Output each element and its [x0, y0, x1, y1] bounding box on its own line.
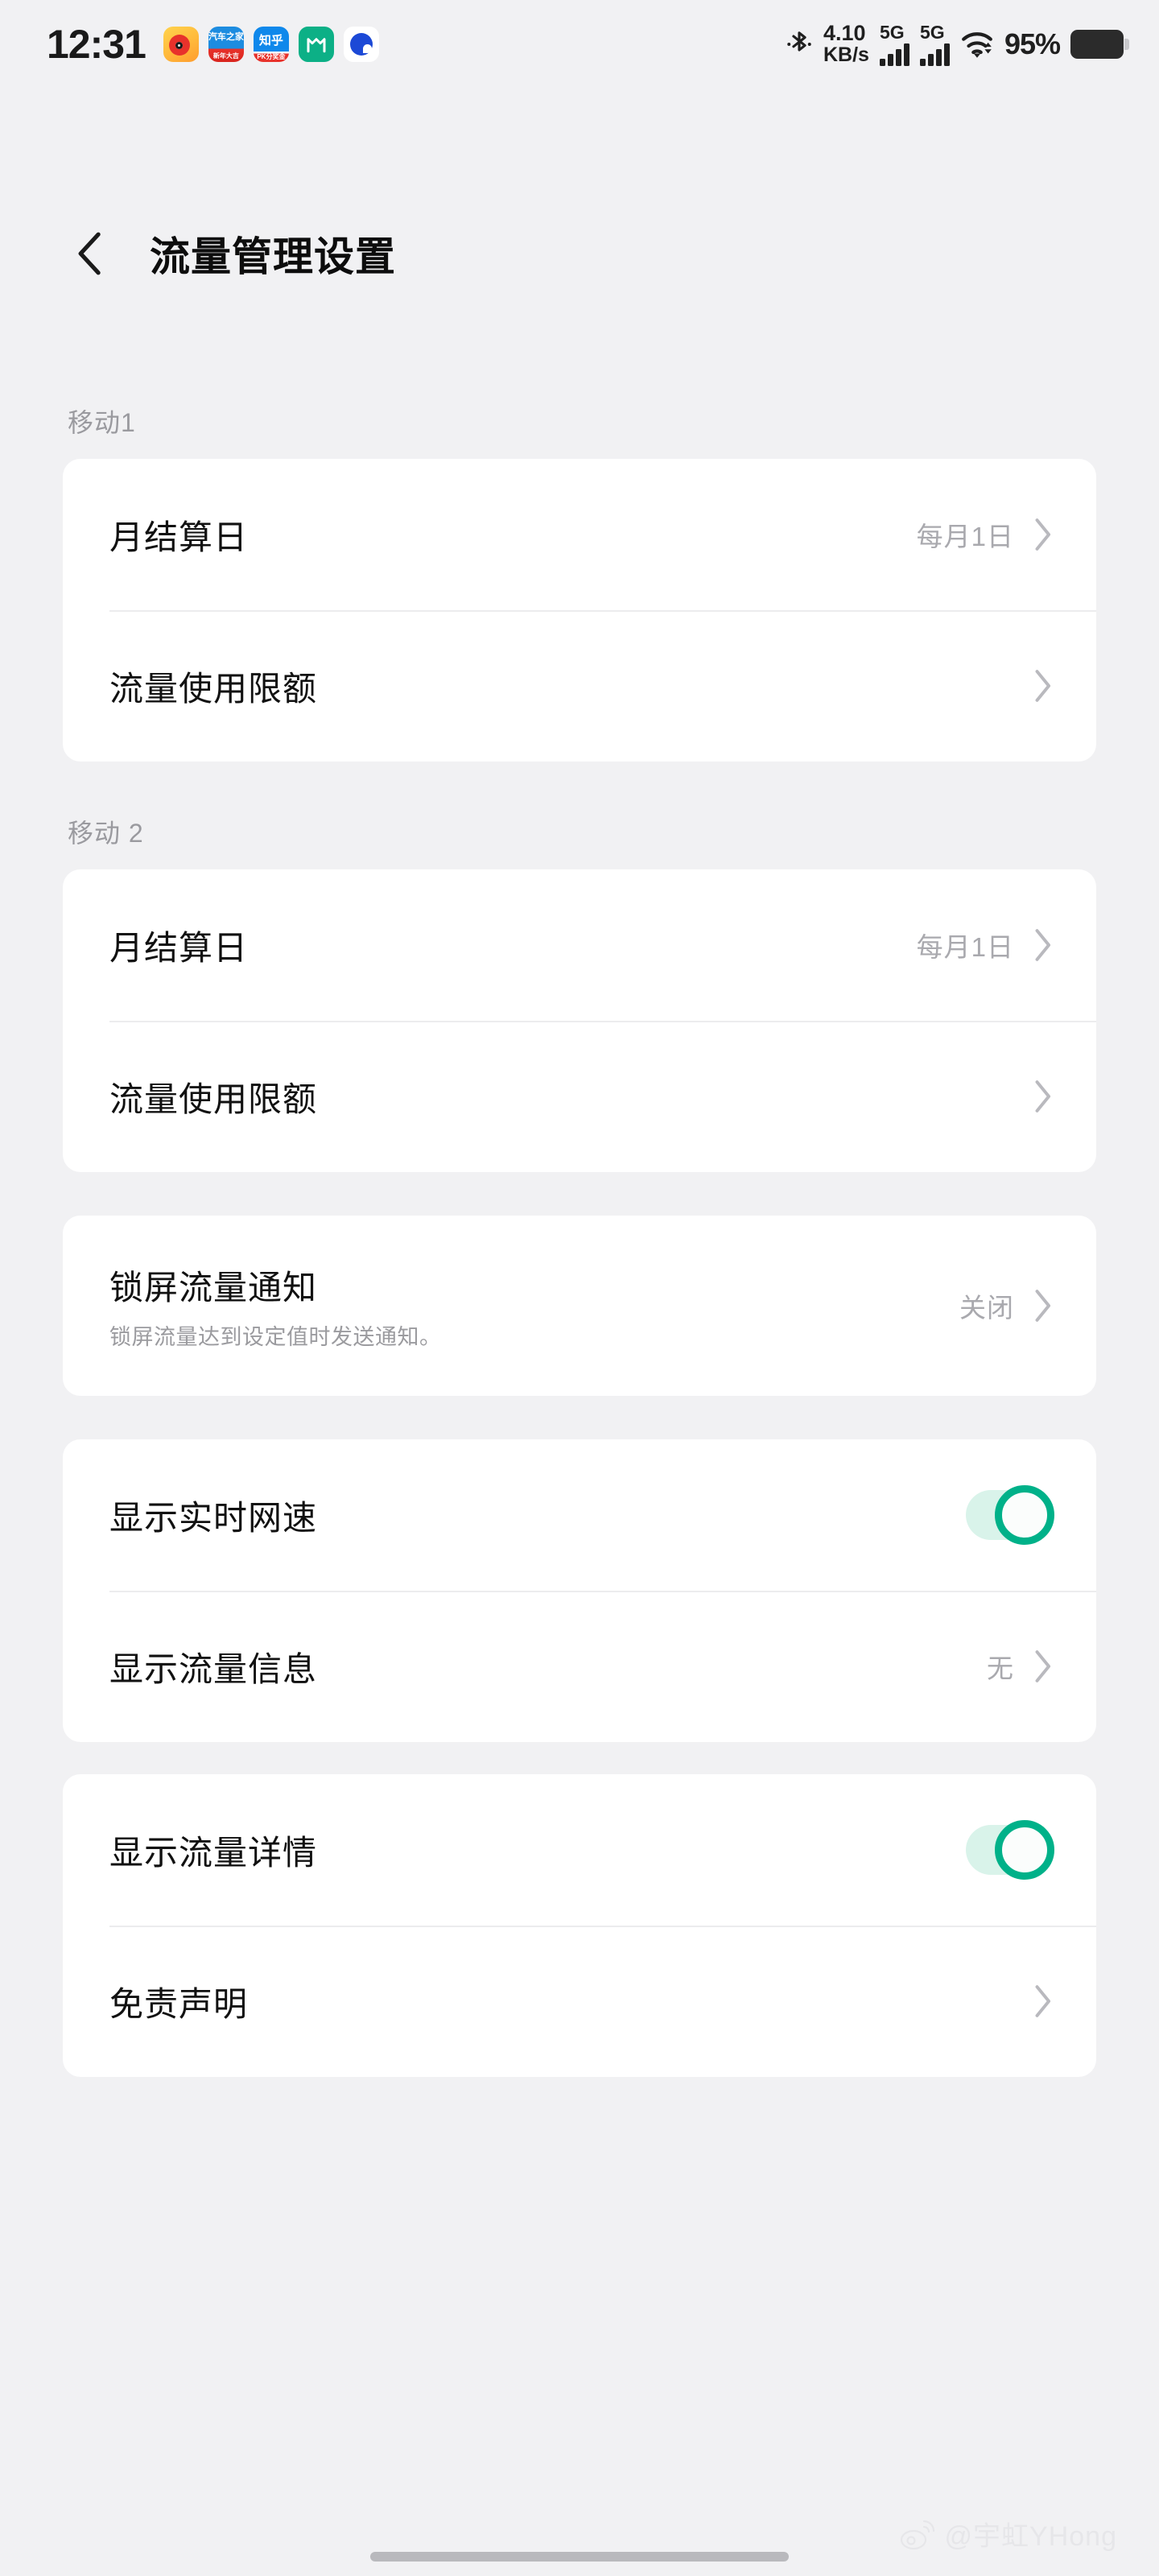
network-speed-indicator: 4.10 KB/s [823, 23, 869, 65]
row-title: 流量使用限额 [109, 669, 318, 708]
row-subtitle: 锁屏流量达到设定值时发送通知。 [109, 1325, 442, 1349]
wifi-icon [960, 29, 994, 60]
row-divider [109, 1591, 1096, 1592]
chevron-right-icon [1032, 1287, 1053, 1324]
row-value: 每月1日 [916, 522, 1014, 551]
back-button[interactable] [47, 209, 135, 298]
back-chevron-icon [78, 232, 101, 275]
section-label-sim2: 移动 2 [68, 819, 144, 848]
settings-card-sim1: 月结算日 每月1日 流量使用限额 [63, 459, 1096, 762]
row-divider [109, 610, 1096, 612]
weibo-app-icon [163, 27, 199, 62]
chevron-right-icon [1032, 1983, 1053, 2020]
chevron-right-icon [1032, 1648, 1053, 1685]
sim1-signal-indicator: 5G [879, 21, 909, 66]
row-title: 锁屏流量通知 [109, 1269, 318, 1307]
row-show-data-info[interactable]: 显示流量信息 无 [63, 1591, 1096, 1742]
sim1-signal-bars [879, 43, 909, 66]
row-title: 显示流量信息 [109, 1649, 318, 1688]
settings-list: 移动1 月结算日 每月1日 流量使用限额 移动 2 月结算日 每月1日 流量使用… [0, 402, 1159, 2077]
status-bar-right: 4.10 KB/s 5G 5G 95% [786, 21, 1129, 66]
chevron-right-icon [1032, 667, 1053, 704]
toggle-show-realtime-network-speed[interactable] [966, 1485, 1054, 1545]
row-title: 免责声明 [109, 1984, 249, 2023]
zhihu-icon-top-label: 知乎 [258, 34, 283, 47]
sim2-network-type: 5G [919, 21, 945, 43]
status-bar-left: 12:31 汽车之家 新年大吉 知乎 PK分奖金 [47, 24, 379, 64]
toggle-knob [995, 1485, 1054, 1545]
browser-app-icon [343, 27, 379, 62]
chevron-right-icon [1032, 927, 1053, 964]
zhihu-app-icon: 知乎 PK分奖金 [253, 27, 289, 62]
autohome-icon-top-label: 汽车之家 [208, 32, 244, 42]
page-title: 流量管理设置 [150, 234, 396, 279]
notification-icons: 汽车之家 新年大吉 知乎 PK分奖金 [163, 27, 379, 62]
row-show-data-details[interactable]: 显示流量详情 [63, 1774, 1096, 1926]
row-data-usage-limit-sim2[interactable]: 流量使用限额 [63, 1021, 1096, 1172]
row-value: 每月1日 [916, 932, 1014, 962]
toggle-knob [995, 1820, 1054, 1880]
row-title: 显示流量详情 [109, 1833, 318, 1872]
section-label-sim1: 移动1 [68, 408, 136, 437]
settings-card-lockscreen: 锁屏流量通知 锁屏流量达到设定值时发送通知。 关闭 [63, 1216, 1096, 1396]
network-speed-unit: KB/s [823, 43, 869, 67]
sim2-signal-indicator: 5G [919, 21, 950, 66]
weibo-logo-icon [900, 2518, 937, 2550]
network-speed-value: 4.10 [823, 21, 866, 46]
row-data-usage-limit-sim1[interactable]: 流量使用限额 [63, 610, 1096, 762]
row-title: 显示实时网速 [109, 1498, 318, 1537]
autohome-app-icon: 汽车之家 新年大吉 [208, 27, 244, 62]
row-divider [109, 1926, 1096, 1927]
sim2-signal-bars [919, 43, 950, 66]
status-bar: 12:31 汽车之家 新年大吉 知乎 PK分奖金 4.10 KB/s 5G 5G… [0, 0, 1159, 89]
row-monthly-billing-day-sim2[interactable]: 月结算日 每月1日 [63, 869, 1096, 1021]
toggle-show-data-details[interactable] [966, 1820, 1054, 1880]
row-value: 关闭 [959, 1293, 1014, 1323]
watermark: @宇虹YHong [900, 2514, 1117, 2553]
bluetooth-icon [786, 27, 813, 62]
row-monthly-billing-day-sim1[interactable]: 月结算日 每月1日 [63, 459, 1096, 610]
autohome-icon-bottom-label: 新年大吉 [212, 52, 239, 60]
chevron-right-icon [1032, 516, 1053, 553]
row-title: 月结算日 [109, 928, 249, 967]
zhihu-icon-bottom-label: PK分奖金 [257, 53, 286, 60]
settings-card-details: 显示流量详情 免责声明 [63, 1774, 1096, 2077]
phone-screen: 12:31 汽车之家 新年大吉 知乎 PK分奖金 4.10 KB/s 5G 5G… [0, 0, 1159, 2576]
page-header: 流量管理设置 [0, 201, 1159, 306]
row-lockscreen-data-notification[interactable]: 锁屏流量通知 锁屏流量达到设定值时发送通知。 关闭 [63, 1216, 1096, 1396]
row-show-realtime-network-speed[interactable]: 显示实时网速 [63, 1439, 1096, 1591]
settings-card-sim2: 月结算日 每月1日 流量使用限额 [63, 869, 1096, 1172]
battery-icon [1070, 30, 1129, 59]
chevron-right-icon [1032, 1078, 1053, 1115]
sim1-network-type: 5G [879, 21, 905, 43]
row-value: 无 [987, 1653, 1014, 1683]
settings-card-display: 显示实时网速 显示流量信息 无 [63, 1439, 1096, 1742]
row-disclaimer[interactable]: 免责声明 [63, 1926, 1096, 2077]
row-divider [109, 1021, 1096, 1022]
row-title: 月结算日 [109, 518, 249, 556]
home-indicator[interactable] [370, 2552, 789, 2562]
battery-percentage: 95% [1004, 27, 1061, 60]
row-title: 流量使用限额 [109, 1080, 318, 1118]
watermark-text: @宇虹YHong [944, 2521, 1117, 2552]
mihome-app-icon [298, 27, 334, 62]
status-bar-clock: 12:31 [47, 22, 146, 67]
